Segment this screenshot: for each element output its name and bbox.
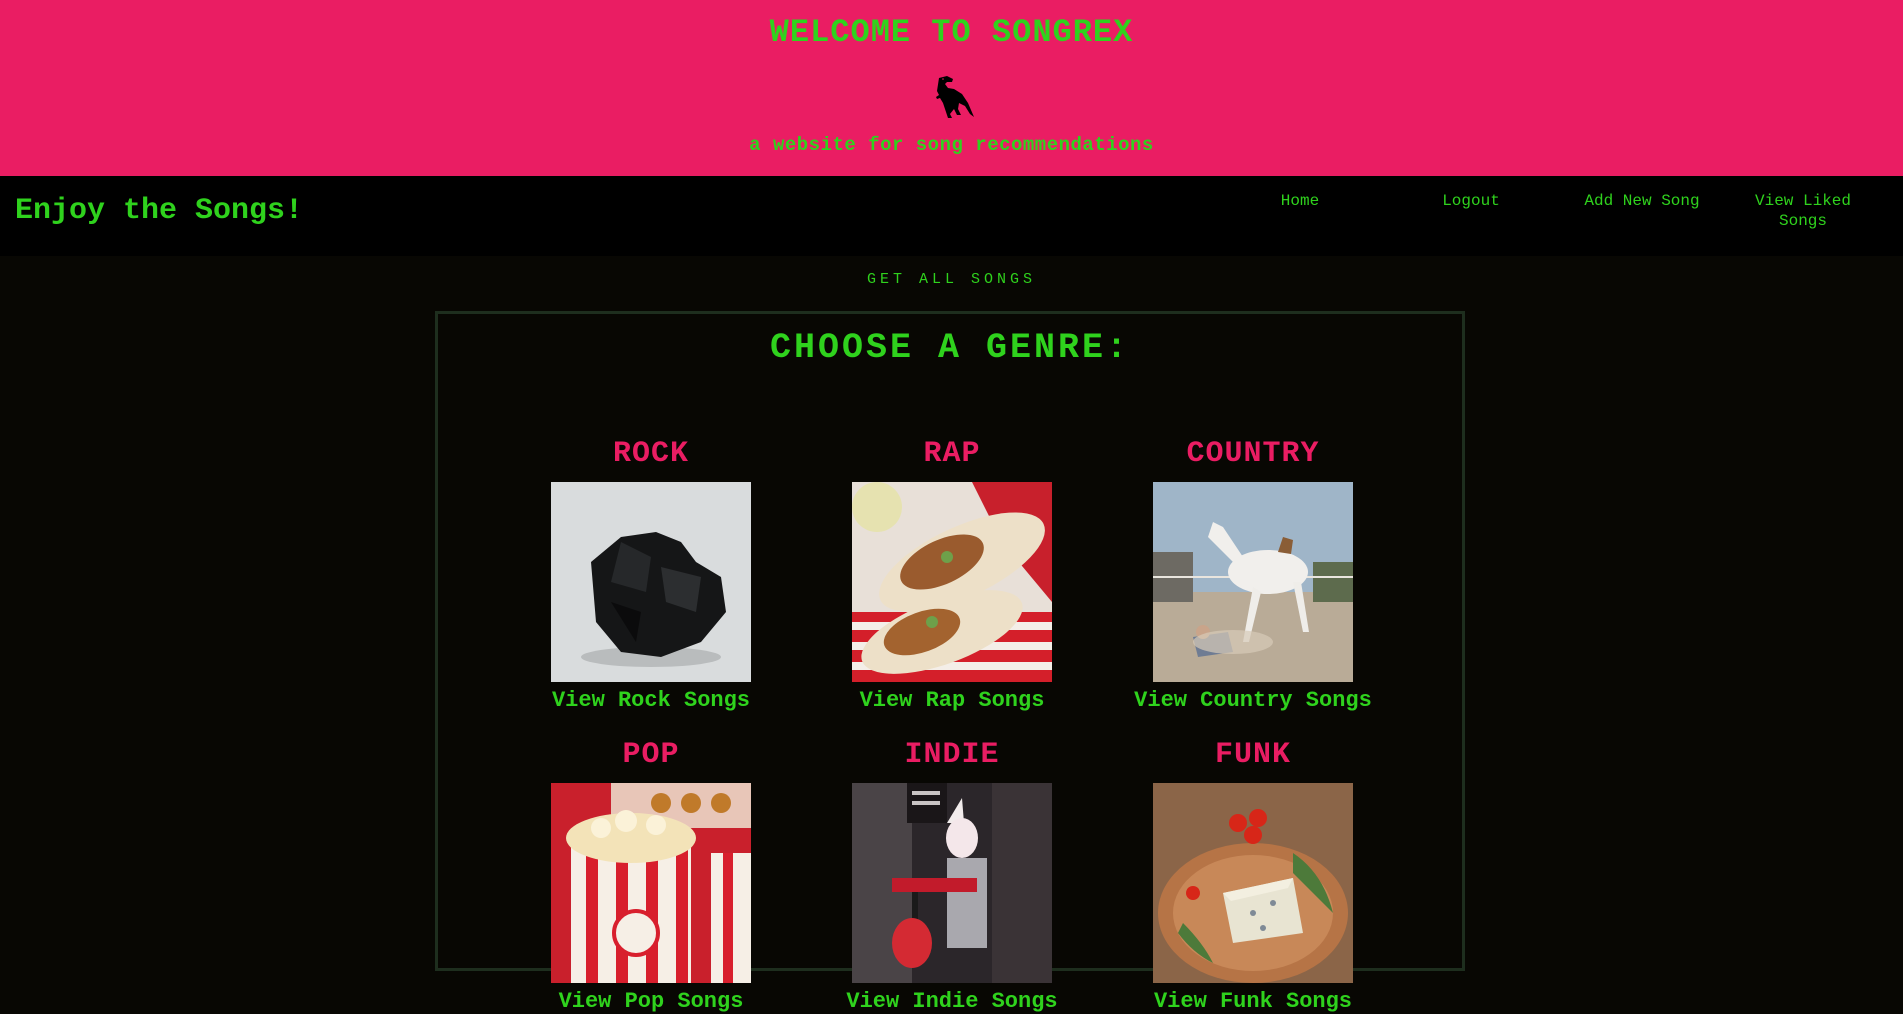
wrap-image[interactable] (852, 482, 1052, 682)
genre-card-funk: FUNK View Funk Songs (1103, 735, 1403, 1014)
genre-panel: CHOOSE A GENRE: ROCK View Rock Songs RAP (435, 311, 1465, 1014)
nav-home-link[interactable]: Home (1230, 191, 1370, 211)
genre-name: COUNTRY (1186, 437, 1320, 471)
genre-card-rap: RAP View Rap Songs (802, 434, 1102, 713)
get-all-songs-link[interactable]: GET ALL SONGS (0, 271, 1903, 288)
unicorn-keyboard-image[interactable] (852, 783, 1052, 983)
view-country-songs-link[interactable]: View Country Songs (1103, 688, 1403, 713)
view-pop-songs-link[interactable]: View Pop Songs (501, 989, 801, 1014)
nav-liked-songs-link[interactable]: View Liked Songs (1743, 191, 1863, 231)
genre-card-pop: POP View Pop Songs (501, 735, 801, 1014)
view-rock-songs-link[interactable]: View Rock Songs (501, 688, 801, 713)
genre-name: FUNK (1214, 738, 1291, 772)
site-title: WELCOME TO SONGREX (769, 14, 1134, 51)
genre-name: INDIE (904, 738, 1000, 772)
genre-card-country: COUNTRY View Country Songs (1103, 434, 1403, 713)
genre-name: RAP (923, 437, 981, 471)
site-header: WELCOME TO SONGREX a website for song re… (0, 0, 1903, 176)
view-funk-songs-link[interactable]: View Funk Songs (1103, 989, 1403, 1014)
genre-card-rock: ROCK View Rock Songs (501, 434, 801, 713)
navbar: Enjoy the Songs! Home Logout Add New Son… (0, 176, 1903, 256)
t-rex-icon (936, 76, 974, 118)
popcorn-image[interactable] (551, 783, 751, 983)
genre-name: ROCK (612, 437, 689, 471)
rodeo-image[interactable] (1153, 482, 1353, 682)
genre-card-indie: INDIE View Indie Songs (802, 735, 1102, 1014)
cheese-plate-image[interactable] (1153, 783, 1353, 983)
site-subtitle: a website for song recommendations (749, 134, 1154, 156)
rock-image[interactable] (551, 482, 751, 682)
genre-panel-title: CHOOSE A GENRE: (769, 328, 1131, 368)
view-rap-songs-link[interactable]: View Rap Songs (802, 688, 1102, 713)
nav-add-song-link[interactable]: Add New Song (1572, 191, 1712, 211)
nav-logout-link[interactable]: Logout (1401, 191, 1541, 211)
nav-brand: Enjoy the Songs! (15, 194, 304, 228)
genre-name: POP (622, 738, 680, 772)
view-indie-songs-link[interactable]: View Indie Songs (802, 989, 1102, 1014)
